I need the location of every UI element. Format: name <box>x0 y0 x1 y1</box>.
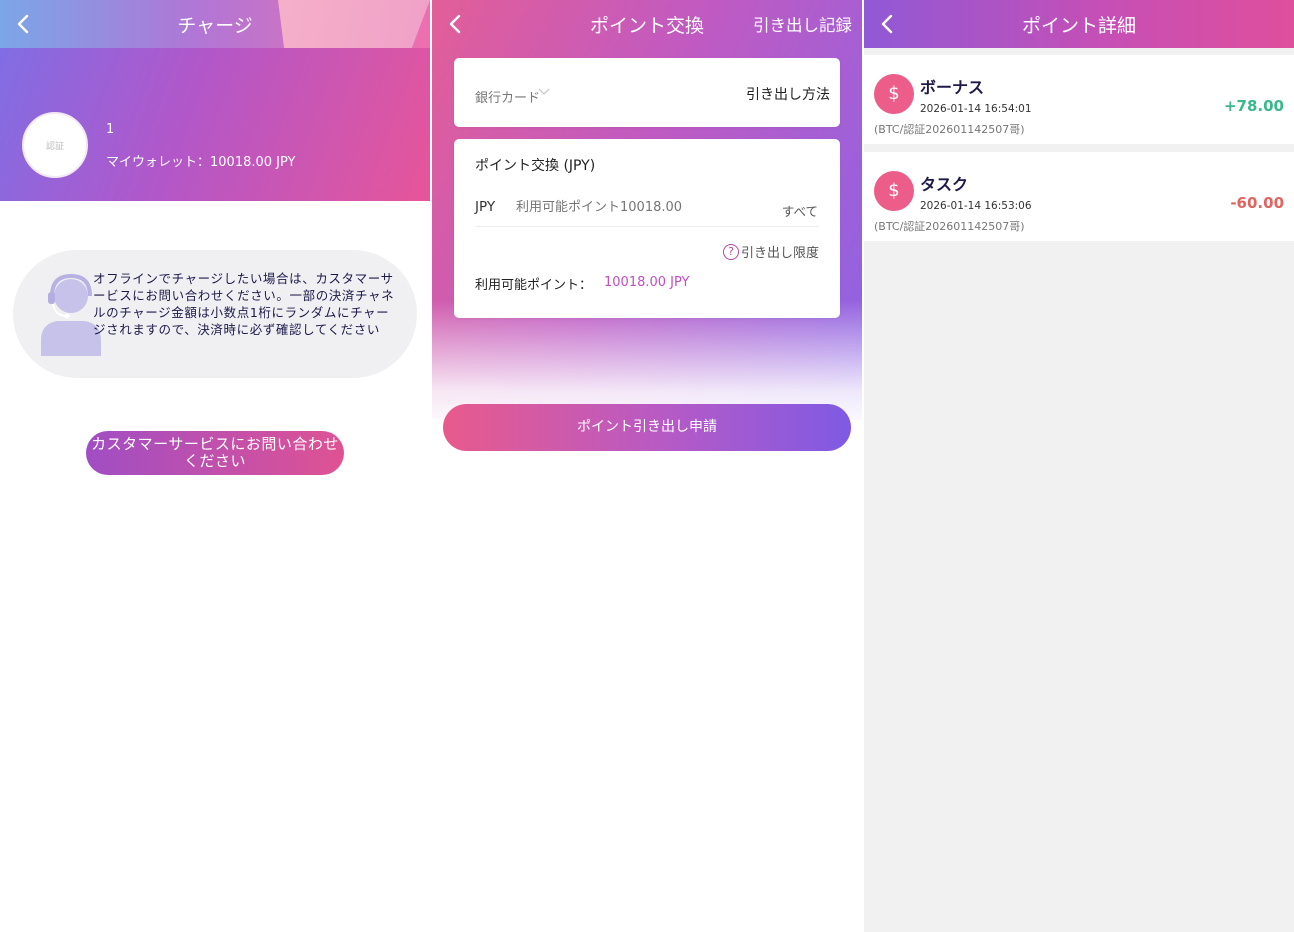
divider <box>475 226 819 227</box>
record-title: ボーナス <box>920 78 985 97</box>
available-label: 利用可能ポイント： <box>475 278 593 293</box>
question-icon: ? <box>722 243 739 260</box>
all-button[interactable]: すべて <box>782 201 818 220</box>
exchange-form: ポイント交換 (JPY) JPY すべて ? 引き出し限度 利用可能ポイント： … <box>454 139 840 318</box>
record-time: 2026-01-14 16:54:01 <box>920 103 1032 115</box>
point-exchange-screen: ポイント交換 引き出し記録 銀行カード 引き出し方法 ポイント交換 (JPY) … <box>432 0 862 932</box>
submit-withdraw-button[interactable]: ポイント引き出し申請 <box>443 404 851 451</box>
available-value: 10018.00 JPY <box>604 275 690 290</box>
avatar-label: 認証 <box>45 141 64 152</box>
list-item[interactable]: $ タスク 2026-01-14 16:53:06 (BTC/認証2026011… <box>864 152 1294 241</box>
currency-label: JPY <box>475 199 496 215</box>
bank-card-placeholder: 銀行カード <box>475 91 541 106</box>
withdraw-limit-label: 引き出し限度 <box>740 246 819 261</box>
withdraw-method[interactable]: 引き出し方法 <box>746 84 830 104</box>
list-item[interactable]: $ ボーナス 2026-01-14 16:54:01 (BTC/認証202601… <box>864 55 1294 144</box>
record-amount: -60.00 <box>1230 194 1284 212</box>
wallet-balance: マイウォレット：10018.00 JPY <box>106 155 296 170</box>
page-title: チャージ <box>177 15 253 37</box>
record-reference: (BTC/認証202601142507哥) <box>874 123 1025 136</box>
withdraw-history-link[interactable]: 引き出し記録 <box>753 0 852 48</box>
offline-charge-notice: オフラインでチャージしたい場合は、カスタマーサービスにお問い合わせください。一部… <box>13 250 417 378</box>
record-amount: +78.00 <box>1223 97 1284 115</box>
amount-input[interactable] <box>516 195 756 219</box>
section-title: ポイント交換 (JPY) <box>475 158 596 174</box>
notice-text: オフラインでチャージしたい場合は、カスタマーサービスにお問い合わせください。一部… <box>93 271 395 337</box>
dollar-coin-icon: $ <box>874 171 914 211</box>
point-detail-screen: ポイント詳細 $ ボーナス 2026-01-14 16:54:01 (BTC/認… <box>864 0 1294 932</box>
dropdown-icon <box>538 88 550 95</box>
record-reference: (BTC/認証202601142507哥) <box>874 220 1025 233</box>
page-title: ポイント詳細 <box>1021 15 1136 37</box>
bank-card-selector[interactable]: 銀行カード 引き出し方法 <box>454 58 840 127</box>
dollar-coin-icon: $ <box>874 74 914 114</box>
charge-screen: チャージ 認証 1 マイウォレット：10018.00 JPY オフラインでチャー… <box>0 0 430 932</box>
user-id: 1 <box>106 122 115 137</box>
avatar[interactable]: 認証 <box>22 112 88 178</box>
contact-customer-service-button[interactable]: カスタマーサービスにお問い合わせください <box>86 431 344 475</box>
withdraw-limit[interactable]: ? 引き出し限度 <box>722 242 819 261</box>
record-title: タスク <box>920 175 969 194</box>
record-time: 2026-01-14 16:53:06 <box>920 200 1032 212</box>
